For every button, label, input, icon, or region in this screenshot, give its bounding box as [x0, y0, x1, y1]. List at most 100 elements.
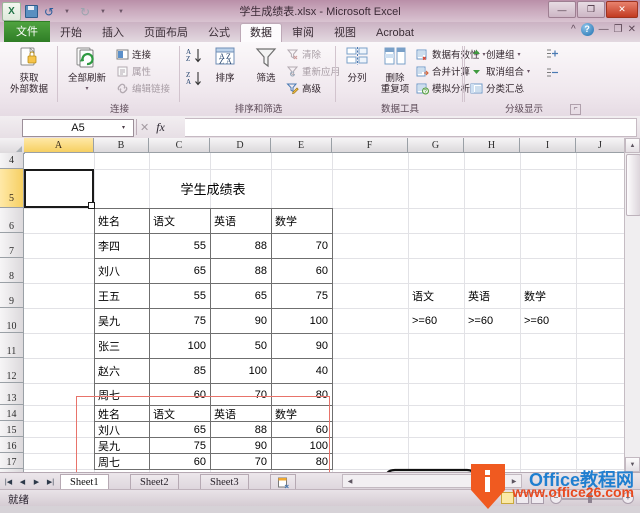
collapse-ribbon-icon[interactable]: ^: [571, 24, 576, 35]
row-header-8[interactable]: 8: [0, 258, 24, 283]
table-cell[interactable]: 55: [149, 233, 211, 259]
table-row[interactable]: 吴九: [94, 308, 150, 334]
tab-review[interactable]: 审阅: [282, 23, 324, 42]
get-external-data-button[interactable]: 获取 外部数据: [0, 45, 58, 95]
row-header-15[interactable]: 15: [0, 421, 24, 437]
insert-function-icon[interactable]: fx: [156, 120, 165, 135]
advanced-filter-button[interactable]: 高级: [286, 81, 321, 95]
vertical-scrollbar[interactable]: ▲ ▼: [624, 138, 640, 472]
reapply-filter-button[interactable]: 重新应用: [286, 64, 340, 78]
tab-page-layout[interactable]: 页面布局: [134, 23, 198, 42]
table-cell[interactable]: 40: [271, 358, 333, 384]
table-row[interactable]: 王五: [94, 283, 150, 309]
refresh-all-dropdown-icon[interactable]: ▾: [85, 84, 88, 95]
result-header-name[interactable]: 姓名: [94, 405, 150, 422]
sort-desc-button[interactable]: Z A: [185, 70, 203, 91]
row-header-14[interactable]: 14: [0, 405, 24, 421]
row-header-7[interactable]: 7: [0, 233, 24, 258]
select-all-corner[interactable]: [0, 138, 25, 154]
refresh-all-button[interactable]: 全部刷新 ▾: [61, 45, 113, 95]
criteria-value-english[interactable]: >=60: [465, 308, 520, 333]
row-header-6[interactable]: 6: [0, 208, 24, 233]
ungroup-button[interactable]: 取消组合 ▾: [470, 64, 530, 78]
row-header-11[interactable]: 11: [0, 333, 24, 358]
tab-data[interactable]: 数据: [240, 23, 282, 42]
table-cell[interactable]: 75: [271, 283, 333, 309]
column-header-F[interactable]: F: [332, 138, 408, 153]
worksheet-grid[interactable]: A B C D E F G H I J 4 5 6 7 8 9 10 11 12…: [0, 138, 640, 472]
connections-button[interactable]: 连接: [116, 47, 151, 61]
column-header-E[interactable]: E: [271, 138, 332, 153]
table-cell[interactable]: 80: [271, 453, 333, 470]
sort-asc-button[interactable]: A Z: [185, 47, 203, 68]
name-box[interactable]: A5: [22, 119, 134, 137]
result-header-math[interactable]: 数学: [271, 405, 333, 422]
text-to-columns-button[interactable]: 分列: [339, 45, 375, 84]
table-row[interactable]: 张三: [94, 333, 150, 359]
table-cell[interactable]: 60: [271, 421, 333, 438]
prev-sheet-icon[interactable]: ◀: [16, 475, 29, 488]
table-cell[interactable]: 100: [149, 333, 211, 359]
group-dropdown-icon[interactable]: ▾: [518, 51, 521, 58]
table-cell[interactable]: 80: [271, 383, 333, 406]
outline-dialog-launcher[interactable]: ⌐: [570, 104, 581, 115]
sort-button[interactable]: A Z Z A 排序: [205, 45, 245, 84]
table-cell[interactable]: 65: [149, 258, 211, 284]
table-cell[interactable]: 70: [271, 233, 333, 259]
table-row[interactable]: 赵六: [94, 358, 150, 384]
criteria-header-chinese[interactable]: 语文: [409, 283, 464, 308]
tab-view[interactable]: 视图: [324, 23, 366, 42]
name-box-dropdown-icon[interactable]: ▾: [122, 124, 125, 131]
tab-formulas[interactable]: 公式: [198, 23, 240, 42]
row-header-12[interactable]: 12: [0, 358, 24, 383]
table-cell[interactable]: 65: [149, 421, 211, 438]
table-row[interactable]: 吴九: [94, 437, 150, 454]
table-cell[interactable]: 75: [149, 308, 211, 334]
table-cell[interactable]: 70: [210, 453, 272, 470]
close-button[interactable]: ✕: [606, 1, 638, 18]
maximize-button[interactable]: ❐: [577, 1, 605, 18]
table-row[interactable]: 李四: [94, 233, 150, 259]
table-cell[interactable]: 60: [271, 258, 333, 284]
tab-file[interactable]: 文件: [4, 21, 50, 42]
formula-input[interactable]: [185, 118, 637, 137]
row-header-5[interactable]: 5: [0, 169, 24, 208]
scroll-up-icon[interactable]: ▲: [625, 138, 640, 153]
tab-insert[interactable]: 插入: [92, 23, 134, 42]
help-icon[interactable]: ?: [580, 23, 594, 36]
table-row[interactable]: 周七: [94, 453, 150, 470]
table-cell[interactable]: 60: [149, 383, 211, 406]
remove-duplicates-button[interactable]: 删除 重复项: [375, 45, 415, 95]
criteria-value-chinese[interactable]: >=60: [409, 308, 464, 333]
properties-button[interactable]: 属性: [116, 64, 151, 78]
column-header-B[interactable]: B: [94, 138, 149, 153]
table-row[interactable]: 周七: [94, 383, 150, 406]
table-cell[interactable]: 100: [210, 358, 272, 384]
table-cell[interactable]: 85: [149, 358, 211, 384]
table-cell[interactable]: 55: [149, 283, 211, 309]
table-cell[interactable]: 70: [210, 383, 272, 406]
table-cell[interactable]: 60: [149, 453, 211, 470]
table-cell[interactable]: 100: [271, 437, 333, 454]
column-header-H[interactable]: H: [464, 138, 520, 153]
table-cell[interactable]: 90: [271, 333, 333, 359]
column-header-A[interactable]: A: [24, 138, 94, 153]
row-header-4[interactable]: 4: [0, 153, 24, 169]
selected-cell-A5[interactable]: [24, 169, 95, 209]
criteria-header-math[interactable]: 数学: [521, 283, 576, 308]
table-cell[interactable]: 88: [210, 258, 272, 284]
table-cell[interactable]: 50: [210, 333, 272, 359]
table-cell[interactable]: 88: [210, 233, 272, 259]
filter-button[interactable]: 筛选: [247, 45, 285, 84]
row-header-16[interactable]: 16: [0, 437, 24, 453]
first-sheet-icon[interactable]: |◀: [2, 475, 15, 488]
vertical-scroll-thumb[interactable]: [626, 154, 640, 216]
doc-minimize-icon[interactable]: —: [599, 24, 609, 35]
table-cell[interactable]: 75: [149, 437, 211, 454]
row-header-9[interactable]: 9: [0, 283, 24, 308]
edit-links-button[interactable]: 编辑链接: [116, 81, 170, 95]
criteria-header-english[interactable]: 英语: [465, 283, 520, 308]
subtotal-button[interactable]: 分类汇总: [470, 81, 524, 95]
main-header-english[interactable]: 英语: [210, 208, 272, 234]
show-detail-button[interactable]: [546, 47, 560, 63]
